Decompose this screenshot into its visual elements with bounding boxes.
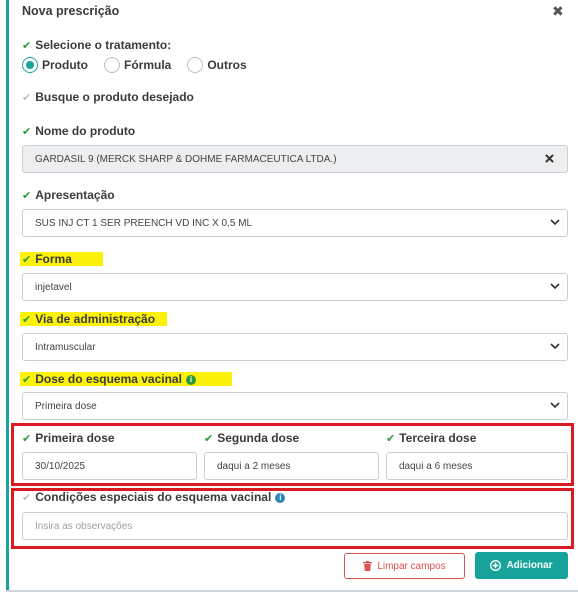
radio-unselected-icon[interactable] [104,57,120,73]
chevron-down-icon [550,402,560,409]
close-icon[interactable]: ✖ [552,3,564,20]
treatment-label: ✔ Selecione o tratamento: [22,38,172,52]
check-icon: ✔ [22,492,32,504]
presentation-label: ✔ Apresentação [22,188,115,202]
presentation-select[interactable]: SUS INJ CT 1 SER PREENCH VD INC X 0,5 ML [22,209,568,237]
chevron-down-icon [550,343,560,350]
first-dose-label: ✔ Primeira dose [22,431,115,445]
check-icon: ✔ [22,374,32,386]
first-dose-input[interactable]: 30/10/2025 [22,452,197,480]
search-product-label: ✔ Busque o produto desejado [22,90,194,104]
trash-icon [363,561,373,571]
via-label: ✔ Via de administração [22,312,156,326]
second-dose-input[interactable]: daqui a 2 meses [204,452,379,480]
via-select[interactable]: Intramuscular [22,333,568,361]
product-name-field[interactable]: GARDASIL 9 (MERCK SHARP & DOHME FARMACEU… [22,145,568,173]
forma-select[interactable]: injetavel [22,273,568,301]
chevron-down-icon [550,219,560,226]
special-conditions-label: ✔ Condições especiais do esquema vacinal i [22,489,286,505]
treatment-radio-group: Produto Fórmula Outros [22,57,263,73]
radio-formula[interactable]: Fórmula [104,57,171,73]
check-icon: ✔ [386,433,396,445]
third-dose-input[interactable]: daqui a 6 meses [386,452,568,480]
special-conditions-input[interactable]: Insira as observações [22,512,568,540]
panel-left-accent [6,0,9,592]
chevron-down-icon [550,283,560,290]
check-icon: ✔ [22,314,32,326]
radio-produto[interactable]: Produto [22,57,88,73]
forma-label: ✔ Forma [22,252,72,266]
plus-circle-icon [490,560,502,571]
radio-unselected-icon[interactable] [187,57,204,73]
check-icon: ✔ [204,433,214,445]
info-icon[interactable]: i [185,374,196,385]
clear-fields-button[interactable]: Limpar campos [344,553,465,579]
third-dose-label: ✔ Terceira dose [386,431,477,445]
panel-title: Nova prescrição [22,4,120,18]
close-icon[interactable] [545,152,554,166]
check-icon: ✔ [22,40,32,52]
check-icon: ✔ [22,126,32,138]
dose-scheme-label: ✔ Dose do esquema vacinal i [22,371,196,387]
add-button[interactable]: Adicionar [475,552,568,579]
second-dose-label: ✔ Segunda dose [204,431,300,445]
check-icon: ✔ [22,92,32,104]
radio-outros[interactable]: Outros [187,57,247,73]
radio-selected-icon[interactable] [22,57,38,73]
info-icon[interactable]: i [275,492,286,503]
dose-scheme-select[interactable]: Primeira dose [22,392,568,420]
product-name-label: ✔ Nome do produto [22,124,136,138]
check-icon: ✔ [22,190,32,202]
check-icon: ✔ [22,433,32,445]
check-icon: ✔ [22,254,32,266]
